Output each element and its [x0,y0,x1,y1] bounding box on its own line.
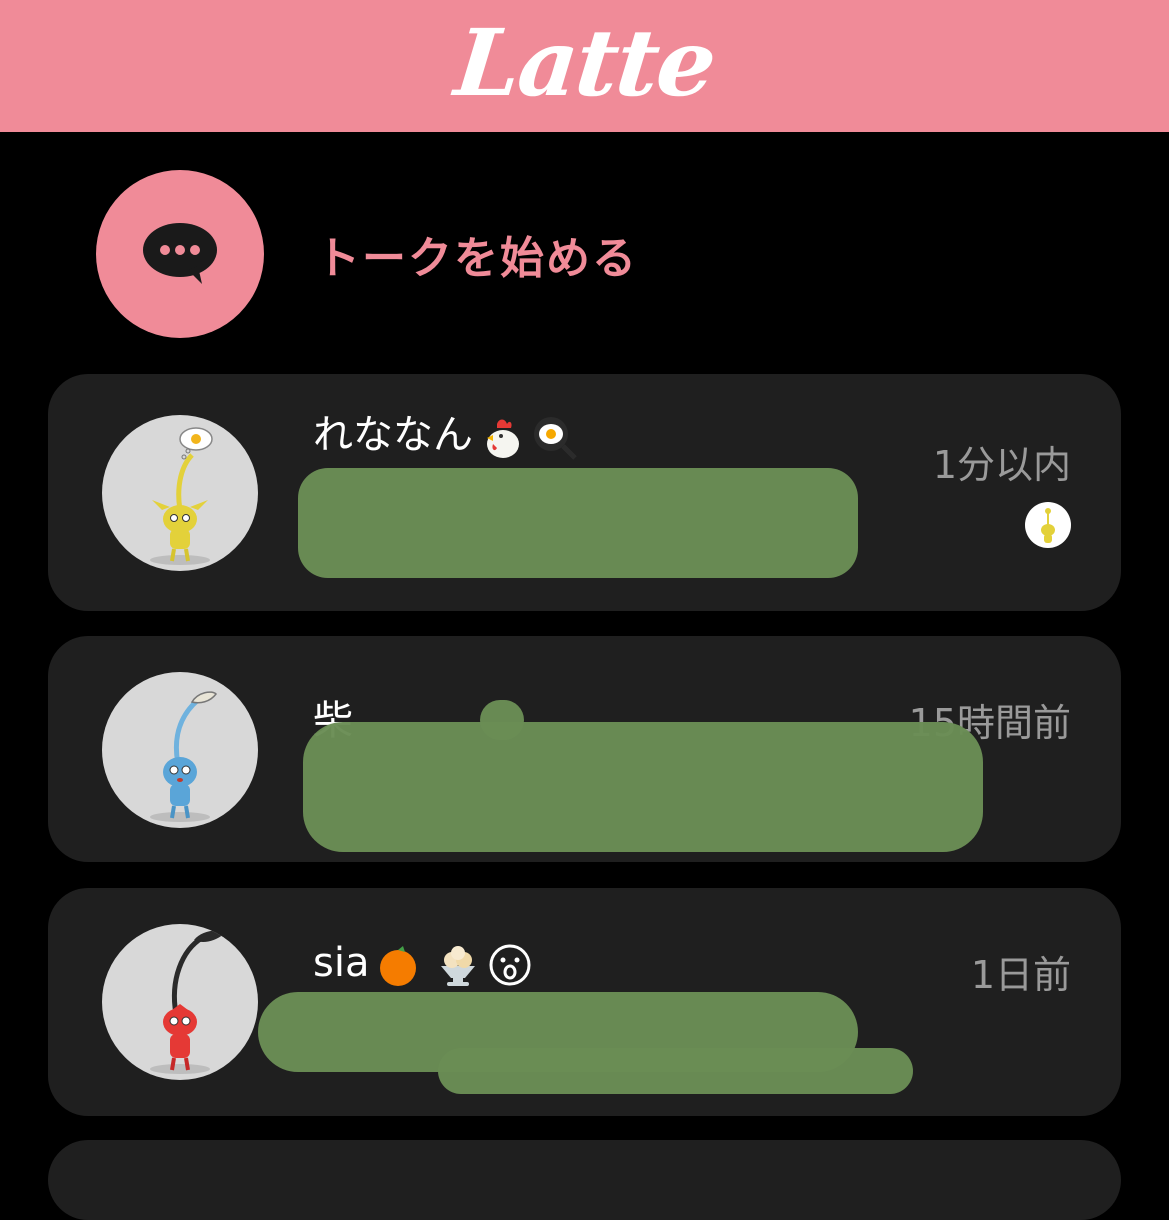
start-talk-label: トークを始める [316,233,638,284]
blue-pikmin-icon [150,691,217,822]
surprised-face-emoji [489,944,531,986]
app-logo: Latte [449,9,720,117]
conversation-card[interactable]: れななん 1分以内 [48,374,1121,611]
red-pikmin-avatar[interactable] [102,924,258,1080]
conversation-name: れななん [313,402,577,460]
yellow-pikmin-icon [150,427,213,565]
conversation-name-text: れななん [313,412,473,458]
fried-egg-emoji [534,417,577,460]
conversation-time: 1分以内 [932,443,1071,487]
redacted-message-preview [303,722,983,852]
redacted-message-preview [438,1048,913,1094]
start-talk-button[interactable]: トークを始める [96,170,638,338]
red-pikmin-icon [150,930,224,1074]
conversation-card[interactable]: 柴 15時間前 [48,636,1121,862]
read-receipt-avatar [1025,502,1071,548]
orange-emoji [380,946,417,986]
ice-cream-emoji [441,946,476,986]
rooster-emoji [487,419,519,458]
conversation-name-text: sia [313,940,370,986]
redacted-message-preview [298,468,858,578]
yellow-pikmin-icon [1041,508,1055,543]
start-talk-icon-circle[interactable] [96,170,264,338]
app-header: Latte [0,0,1169,132]
conversation-card[interactable] [48,1140,1121,1220]
conversation-name: sia [313,940,533,988]
conversation-card[interactable]: sia 1日前 [48,888,1121,1116]
chat-bubble-icon [143,223,217,284]
yellow-pikmin-avatar[interactable] [102,415,258,571]
blue-pikmin-avatar[interactable] [102,672,258,828]
conversation-time: 1日前 [970,953,1071,997]
